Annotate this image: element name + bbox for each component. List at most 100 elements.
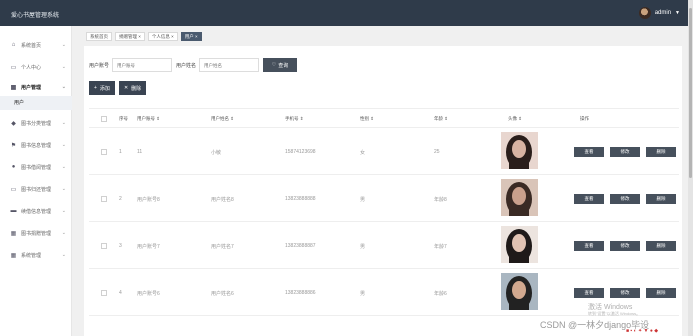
user-photo bbox=[501, 273, 538, 310]
cell-name: 用户姓名6 bbox=[211, 291, 234, 297]
bulk-delete-button[interactable]: ✕ 删除 bbox=[118, 81, 147, 95]
heart-icon: ♡ bbox=[271, 62, 277, 68]
delete-button[interactable]: 删除 bbox=[646, 147, 676, 157]
edit-button[interactable]: 修改 bbox=[610, 241, 640, 251]
select-all-checkbox[interactable] bbox=[101, 116, 107, 122]
bulk-delete-label: 删除 bbox=[131, 85, 142, 92]
account-search-input[interactable] bbox=[112, 58, 173, 72]
edit-button[interactable]: 修改 bbox=[610, 288, 640, 298]
sidebar-item-7[interactable]: ▬ 续借信息管理 ⌄ bbox=[0, 200, 72, 222]
name-search-input[interactable] bbox=[199, 58, 260, 72]
chevron-down-icon: ⌄ bbox=[61, 186, 66, 192]
cell-phone: 13823888888 bbox=[285, 196, 316, 202]
row-checkbox[interactable] bbox=[101, 196, 107, 202]
row-checkbox[interactable] bbox=[101, 243, 107, 249]
user-menu[interactable]: admin ▼ bbox=[638, 7, 680, 19]
chevron-down-icon: ⌄ bbox=[61, 84, 66, 90]
chevron-down-icon: ⌄ bbox=[61, 164, 66, 170]
sidebar-item-label: 续借信息管理 bbox=[21, 208, 52, 215]
column-header[interactable]: 用户姓名 ⇕ bbox=[211, 116, 234, 122]
add-button[interactable]: + 添加 bbox=[89, 81, 115, 95]
table-row: 1 11 小敏 15874123698 女 25 查看 修改 删除 bbox=[89, 128, 679, 175]
column-header: 操作 bbox=[580, 116, 589, 121]
row-actions: 查看 修改 删除 bbox=[574, 147, 676, 157]
user-photo bbox=[501, 179, 538, 216]
table-row: 2 用户账号8 用户姓名8 13823888888 男 年龄8 查看 修改 删除 bbox=[89, 175, 679, 222]
column-header[interactable]: 用户账号 ⇕ bbox=[137, 116, 160, 122]
tab-2[interactable]: 个人信息 × bbox=[147, 32, 178, 41]
row-checkbox[interactable] bbox=[101, 290, 107, 296]
system-tray-icons: ■ ▪ ◐ ✦ ▼ ● ◆ bbox=[626, 328, 659, 334]
windows-activation-hint: 转到"设置"以激活 Windows。 bbox=[588, 311, 641, 316]
cell-name: 用户姓名8 bbox=[211, 197, 234, 203]
column-header: 序号 bbox=[119, 116, 128, 121]
chevron-down-icon: ⌄ bbox=[61, 142, 66, 148]
sidebar-item-label: 图书借阅管理 bbox=[21, 164, 52, 171]
view-button[interactable]: 查看 bbox=[574, 288, 604, 298]
flag-icon: ⚑ bbox=[10, 142, 17, 149]
column-header[interactable]: 手机号 ⇕ bbox=[285, 116, 304, 122]
user-photo bbox=[501, 132, 538, 169]
cell-age: 年龄7 bbox=[434, 244, 447, 250]
add-button-label: 添加 bbox=[99, 85, 110, 92]
tab-0[interactable]: 系统首页 bbox=[86, 32, 112, 41]
delete-button[interactable]: 删除 bbox=[646, 194, 676, 204]
scrollbar-thumb[interactable] bbox=[689, 8, 692, 178]
cell-phone: 13823888887 bbox=[285, 243, 316, 249]
sidebar-item-1[interactable]: ▭ 个人中心 ⌄ bbox=[0, 56, 72, 78]
column-header[interactable]: 头像 ⇕ bbox=[508, 116, 522, 122]
tab-1[interactable]: 捐赠管理 × bbox=[115, 32, 145, 41]
sidebar-item-label: 图书归还管理 bbox=[21, 186, 52, 193]
sidebar-item-0[interactable]: ⌂ 系统首页 ⌄ bbox=[0, 34, 72, 56]
edit-button[interactable]: 修改 bbox=[610, 147, 640, 157]
sidebar-item-label: 系统首页 bbox=[21, 42, 42, 49]
edit-button[interactable]: 修改 bbox=[610, 194, 640, 204]
view-button[interactable]: 查看 bbox=[574, 194, 604, 204]
user-icon: ● bbox=[11, 164, 16, 170]
cell-age: 25 bbox=[434, 149, 440, 155]
view-button[interactable]: 查看 bbox=[574, 147, 604, 157]
column-header[interactable]: 性别 ⇕ bbox=[360, 116, 374, 122]
search-bar: 用户账号 用户姓名 ♡ 查询 bbox=[89, 58, 298, 72]
sidebar-item-label: 用户管理 bbox=[21, 84, 42, 91]
caret-down-icon: ▼ bbox=[675, 10, 680, 16]
page-scrollbar[interactable] bbox=[688, 0, 693, 336]
account-label: 用户账号 bbox=[89, 62, 110, 69]
view-button[interactable]: 查看 bbox=[574, 241, 604, 251]
close-icon: ✕ bbox=[123, 85, 129, 91]
search-button[interactable]: ♡ 查询 bbox=[263, 58, 298, 72]
tab-3[interactable]: 用户 × bbox=[180, 32, 202, 41]
delete-button[interactable]: 删除 bbox=[646, 241, 676, 251]
grid-icon: ▦ bbox=[10, 230, 17, 237]
sidebar: ⌂ 系统首页 ⌄ ▭ 个人中心 ⌄ ▦ 用户管理 ⌄ ◆ 图书分类管理 ⌄ ⚑ 图书信息管理 ⌄ ● 图书借阅管… bbox=[0, 26, 72, 336]
sidebar-item-6[interactable]: ▭ 图书归还管理 ⌄ bbox=[0, 178, 72, 200]
sidebar-item-8[interactable]: ▦ 图书捐赠管理 ⌄ bbox=[0, 222, 72, 244]
bulb-icon: ◆ bbox=[11, 120, 16, 127]
doc-icon: ▭ bbox=[10, 186, 17, 193]
column-header[interactable]: 年龄 ⇕ bbox=[434, 116, 448, 122]
doc-icon: ▭ bbox=[10, 64, 17, 71]
main-content: 系统首页捐赠管理 ×个人信息 ×用户 × 用户账号 用户姓名 ♡ 查询 + 添加… bbox=[76, 26, 682, 336]
content-card: 用户账号 用户姓名 ♡ 查询 + 添加 ✕ 删除 序号 用户账号 ⇕ 用户姓名 ⇕ 手… bbox=[84, 46, 682, 336]
delete-button[interactable]: 删除 bbox=[646, 288, 676, 298]
avatar bbox=[638, 7, 651, 19]
row-checkbox[interactable] bbox=[101, 149, 107, 155]
chevron-down-icon: ⌄ bbox=[61, 42, 66, 48]
cell-account: 用户账号6 bbox=[137, 291, 160, 297]
cell-phone: 13823888886 bbox=[285, 290, 316, 296]
app-title: 爱心书屋管理系统 bbox=[11, 13, 60, 19]
chevron-down-icon: ⌄ bbox=[61, 120, 66, 126]
grid-icon: ▦ bbox=[10, 84, 17, 91]
user-table: 序号 用户账号 ⇕ 用户姓名 ⇕ 手机号 ⇕ 性别 ⇕ 年龄 ⇕ 头像 ⇕ 操作 1 11 小敏 15… bbox=[89, 108, 679, 316]
sidebar-item-5[interactable]: ● 图书借阅管理 ⌄ bbox=[0, 156, 72, 178]
sidebar-item-4[interactable]: ⚑ 图书信息管理 ⌄ bbox=[0, 134, 72, 156]
chevron-down-icon: ⌄ bbox=[61, 64, 66, 70]
sidebar-item-9[interactable]: ▦ 系统管理 ⌄ bbox=[0, 244, 72, 266]
sidebar-item-label: 图书信息管理 bbox=[21, 142, 52, 149]
row-actions: 查看 修改 删除 bbox=[574, 194, 676, 204]
cell-name: 用户姓名7 bbox=[211, 244, 234, 250]
sidebar-item-3[interactable]: ◆ 图书分类管理 ⌄ bbox=[0, 112, 72, 134]
top-bar: 爱心书屋管理系统 admin ▼ bbox=[0, 0, 688, 26]
sidebar-item-2[interactable]: ▦ 用户管理 ⌄ bbox=[0, 76, 72, 98]
sidebar-subitem-user[interactable]: 用户 bbox=[0, 96, 72, 110]
